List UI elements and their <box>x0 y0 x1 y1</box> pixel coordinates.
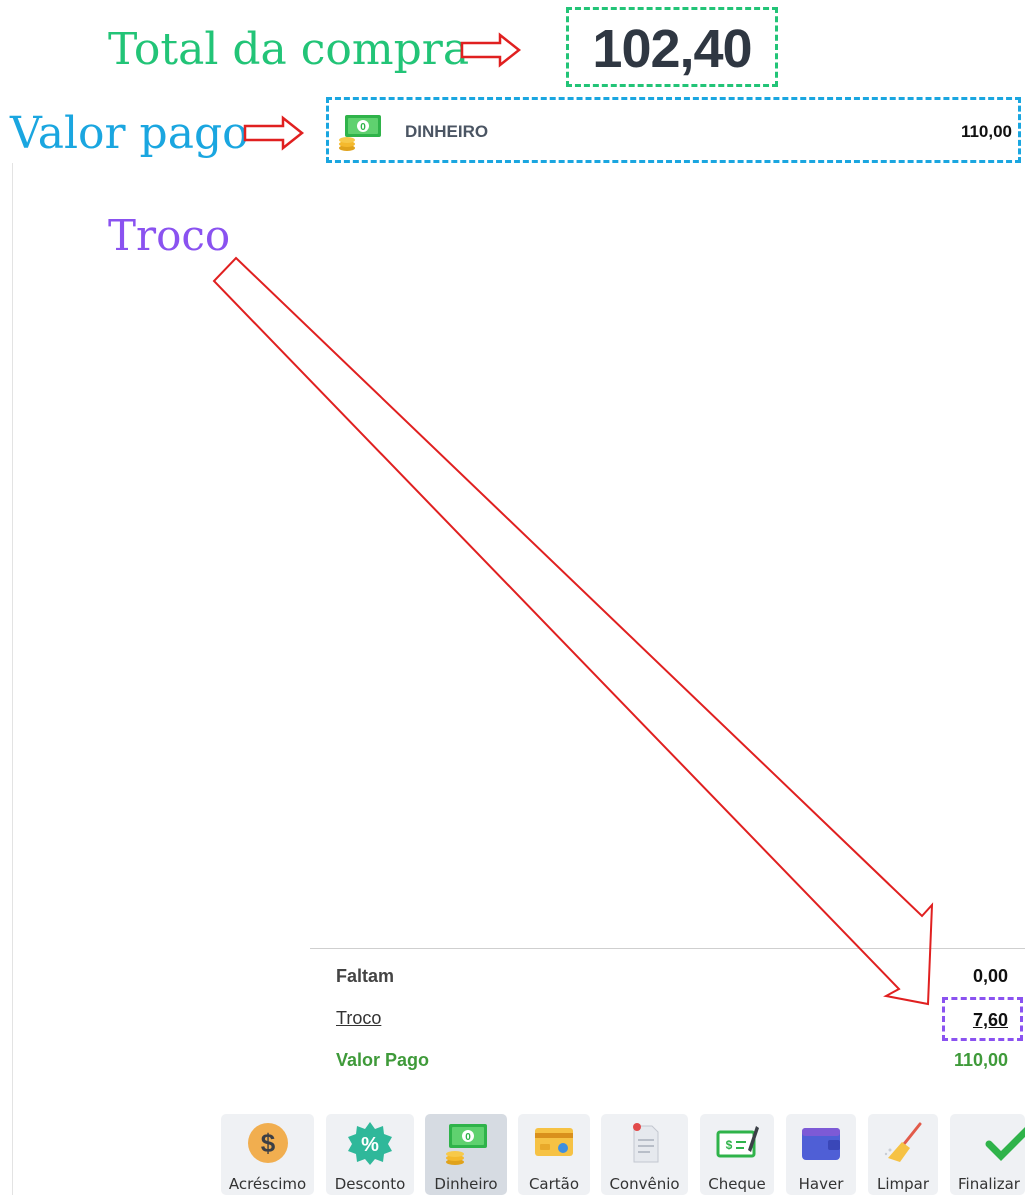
finalizar-label: Finalizar <box>958 1175 1020 1193</box>
cheque-label: Cheque <box>708 1175 766 1193</box>
svg-text:0: 0 <box>465 1132 471 1143</box>
cartao-label: Cartão <box>528 1175 580 1193</box>
haver-button[interactable]: Haver <box>786 1114 856 1195</box>
svg-text:$: $ <box>260 1128 275 1158</box>
cheque-icon: $ <box>716 1126 759 1158</box>
dinheiro-icon: 0 <box>446 1124 487 1165</box>
acrescimo-icon: $ <box>247 1123 288 1163</box>
desconto-button[interactable]: % Desconto <box>326 1114 414 1195</box>
dinheiro-button[interactable]: 0 Dinheiro <box>425 1114 507 1195</box>
svg-text:$: $ <box>726 1138 733 1152</box>
cartao-button[interactable]: Cartão <box>518 1114 590 1195</box>
acrescimo-label: Acréscimo <box>228 1175 307 1193</box>
acrescimo-button[interactable]: $ Acréscimo <box>221 1114 314 1195</box>
desconto-icon: % <box>348 1122 392 1165</box>
convenio-button[interactable]: Convênio <box>601 1114 688 1195</box>
document-icon <box>632 1123 658 1163</box>
broom-icon <box>884 1122 922 1162</box>
arrow-right-icon <box>460 32 522 68</box>
haver-label: Haver <box>798 1175 844 1193</box>
desconto-label: Desconto <box>334 1175 406 1193</box>
annotation-arrows <box>212 32 934 1006</box>
limpar-button[interactable]: Limpar <box>868 1114 938 1195</box>
cheque-button[interactable]: $ Cheque <box>700 1114 774 1195</box>
credit-card-icon <box>535 1128 573 1156</box>
dinheiro-label: Dinheiro <box>434 1175 498 1193</box>
convenio-label: Convênio <box>609 1175 680 1193</box>
arrow-right-icon <box>243 115 305 151</box>
arrow-diagonal-icon <box>212 256 934 1006</box>
checkmark-icon <box>985 1127 1025 1161</box>
wallet-icon <box>802 1128 840 1160</box>
limpar-label: Limpar <box>876 1175 930 1193</box>
svg-text:%: % <box>361 1134 379 1156</box>
finalizar-button[interactable]: Finalizar <box>950 1114 1025 1195</box>
